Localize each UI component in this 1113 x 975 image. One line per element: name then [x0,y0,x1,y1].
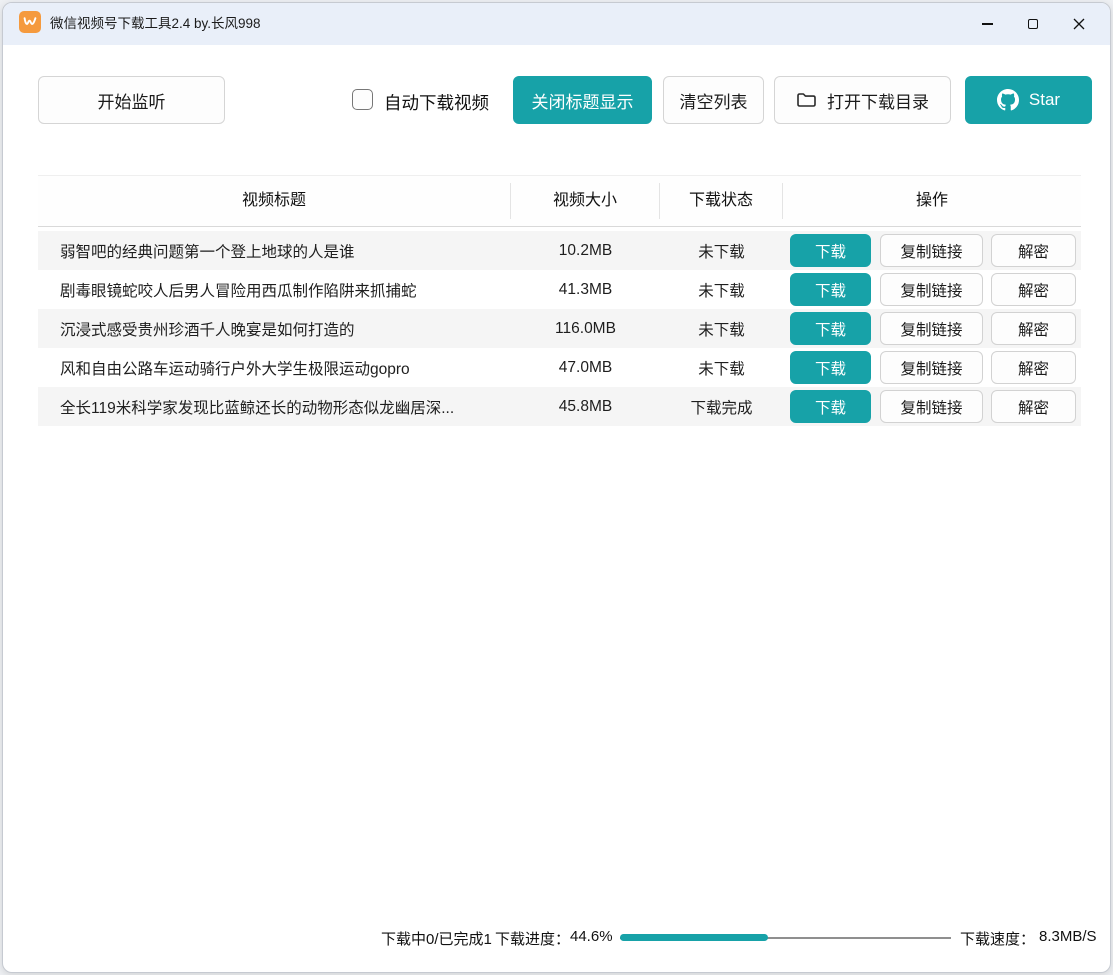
table-row: 弱智吧的经典问题第一个登上地球的人是谁 10.2MB 未下载 下载 复制链接 解… [38,231,1081,270]
download-status-cell: 未下载 [660,279,783,301]
toggle-title-display-button[interactable]: 关闭标题显示 [513,76,652,124]
video-title-cell: 风和自由公路车运动骑行户外大学生极限运动gopro [38,357,511,379]
clear-list-label: 清空列表 [680,88,748,113]
download-counts: 下载中0/已完成1 [381,928,492,949]
folder-icon [796,91,817,109]
close-button[interactable] [1056,7,1102,41]
table-header-row: 视频标题 视频大小 下载状态 操作 [38,175,1081,227]
minimize-button[interactable] [964,7,1010,41]
video-size-cell: 45.8MB [511,398,660,416]
row-actions-cell: 下载 复制链接 解密 [783,390,1081,423]
row-actions-cell: 下载 复制链接 解密 [783,273,1081,306]
video-title-cell: 沉浸式感受贵州珍酒千人晚宴是如何打造的 [38,318,511,340]
row-actions-cell: 下载 复制链接 解密 [783,234,1081,267]
copy-link-button[interactable]: 复制链接 [880,390,983,423]
video-title-cell: 剧毒眼镜蛇咬人后男人冒险用西瓜制作陷阱来抓捕蛇 [38,279,511,301]
clear-list-button[interactable]: 清空列表 [663,76,764,124]
app-window: 微信视频号下载工具2.4 by.长风998 开始监听 自动下载视频 关闭标题显示… [2,2,1111,973]
auto-download-checkbox[interactable] [352,89,373,110]
open-download-dir-button[interactable]: 打开下载目录 [774,76,951,124]
video-size-cell: 10.2MB [511,242,660,260]
download-status-cell: 下载完成 [660,396,783,418]
speed-value: 8.3MB/S [1039,928,1097,945]
window-title: 微信视频号下载工具2.4 by.长风998 [50,12,261,32]
progress-fill [620,934,768,941]
header-video-title: 视频标题 [38,183,511,219]
video-size-cell: 47.0MB [511,359,660,377]
start-listening-button[interactable]: 开始监听 [38,76,225,124]
toggle-title-display-label: 关闭标题显示 [532,88,634,113]
maximize-icon [1028,19,1038,29]
decrypt-button[interactable]: 解密 [991,351,1076,384]
minimize-icon [982,23,993,24]
maximize-button[interactable] [1010,7,1056,41]
download-button[interactable]: 下载 [790,234,871,267]
copy-link-button[interactable]: 复制链接 [880,273,983,306]
video-title-cell: 全长119米科学家发现比蓝鲸还长的动物形态似龙幽居深... [38,396,511,418]
close-icon [1073,18,1085,30]
app-logo-icon [19,11,41,33]
github-icon [997,89,1019,111]
speed-label: 下载速度： [960,928,1035,949]
download-status-cell: 未下载 [660,357,783,379]
progress-label: 下载进度： [495,928,570,949]
title-bar: 微信视频号下载工具2.4 by.长风998 [3,3,1110,45]
video-table: 视频标题 视频大小 下载状态 操作 弱智吧的经典问题第一个登上地球的人是谁 10… [38,175,1081,426]
row-actions-cell: 下载 复制链接 解密 [783,312,1081,345]
video-size-cell: 41.3MB [511,281,660,299]
open-download-dir-label: 打开下载目录 [827,88,929,113]
github-star-button[interactable]: Star [965,76,1092,124]
download-button[interactable]: 下载 [790,390,871,423]
decrypt-button[interactable]: 解密 [991,390,1076,423]
header-actions: 操作 [783,183,1081,219]
status-bar: 下载中0/已完成1 下载进度： 44.6% 下载速度： 8.3MB/S [3,921,1110,957]
download-button[interactable]: 下载 [790,273,871,306]
header-download-status: 下载状态 [660,183,783,219]
start-listening-label: 开始监听 [98,88,166,113]
auto-download-label: 自动下载视频 [384,90,489,115]
header-video-size: 视频大小 [511,183,660,219]
row-actions-cell: 下载 复制链接 解密 [783,351,1081,384]
decrypt-button[interactable]: 解密 [991,234,1076,267]
download-status-cell: 未下载 [660,318,783,340]
table-body: 弱智吧的经典问题第一个登上地球的人是谁 10.2MB 未下载 下载 复制链接 解… [38,231,1081,426]
video-size-cell: 116.0MB [511,320,660,338]
decrypt-button[interactable]: 解密 [991,312,1076,345]
copy-link-button[interactable]: 复制链接 [880,312,983,345]
copy-link-button[interactable]: 复制链接 [880,351,983,384]
table-row: 风和自由公路车运动骑行户外大学生极限运动gopro 47.0MB 未下载 下载 … [38,348,1081,387]
table-row: 剧毒眼镜蛇咬人后男人冒险用西瓜制作陷阱来抓捕蛇 41.3MB 未下载 下载 复制… [38,270,1081,309]
download-button[interactable]: 下载 [790,351,871,384]
table-row: 全长119米科学家发现比蓝鲸还长的动物形态似龙幽居深... 45.8MB 下载完… [38,387,1081,426]
decrypt-button[interactable]: 解密 [991,273,1076,306]
download-button[interactable]: 下载 [790,312,871,345]
copy-link-button[interactable]: 复制链接 [880,234,983,267]
download-progress-bar [620,934,951,941]
table-row: 沉浸式感受贵州珍酒千人晚宴是如何打造的 116.0MB 未下载 下载 复制链接 … [38,309,1081,348]
github-star-label: Star [1029,90,1060,110]
progress-value: 44.6% [570,928,613,945]
video-title-cell: 弱智吧的经典问题第一个登上地球的人是谁 [38,240,511,262]
download-status-cell: 未下载 [660,240,783,262]
